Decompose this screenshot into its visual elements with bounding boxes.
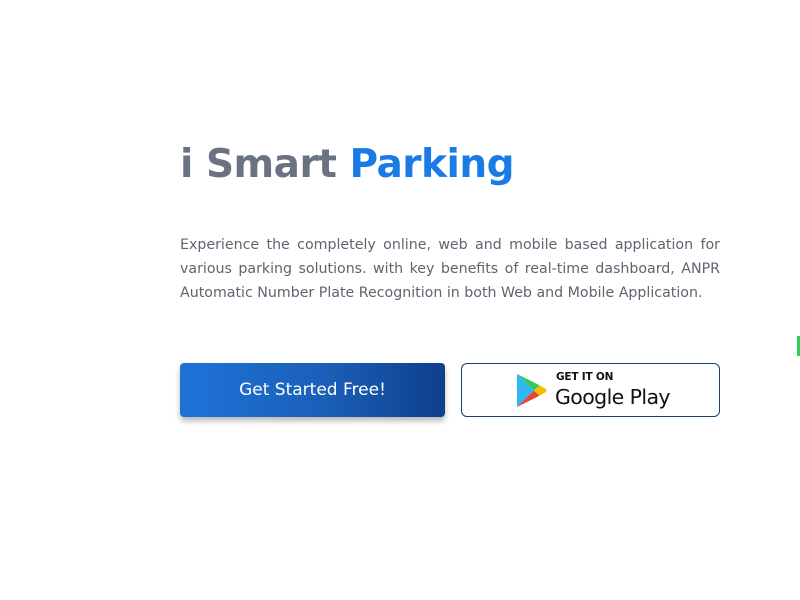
play-store-caption: GET IT ON [556,371,614,383]
google-play-icon [517,374,547,407]
hero-section: i Smart Parking Experience the completel… [180,140,720,417]
title-brand-prefix: i Smart [180,142,337,187]
title-brand-highlight: Parking [349,142,515,187]
google-play-button[interactable]: GET IT ON Google Play [461,363,720,417]
get-started-button[interactable]: Get Started Free! [180,363,445,417]
play-store-name: Google Play [555,385,671,409]
cta-group: Get Started Free! GET IT ON Google Play [180,363,720,417]
landing-page: i Smart Parking Experience the completel… [0,0,800,600]
hero-description: Experience the completely online, web an… [180,237,720,301]
page-title: i Smart Parking [180,140,720,190]
